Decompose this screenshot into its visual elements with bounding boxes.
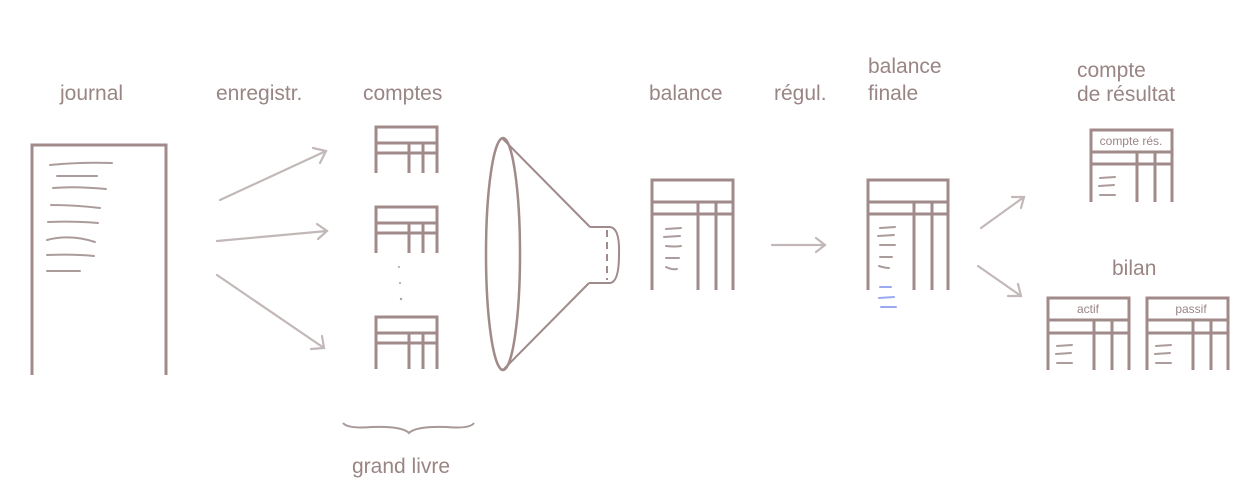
arrow-right-icon <box>770 236 827 254</box>
posting-arrows <box>215 146 329 351</box>
header-passif: passif <box>1175 302 1207 316</box>
income-statement-table: compte rés. <box>1089 128 1174 202</box>
grand-livre-brace <box>342 422 475 435</box>
final-balance-table <box>866 178 950 308</box>
journal-entries-scribble <box>46 161 113 272</box>
arrow-right-icon <box>215 222 329 243</box>
balance-sheet-assets-table: actif <box>1046 296 1131 370</box>
header-compte-res: compte rés. <box>1100 134 1163 148</box>
header-actif: actif <box>1077 302 1100 316</box>
arrow-down-right-icon <box>976 264 1023 298</box>
arrow-up-right-icon <box>979 195 1026 230</box>
arrow-down-right-icon <box>215 273 326 351</box>
account-table-2 <box>374 205 439 253</box>
account-table-3 <box>374 315 439 369</box>
funnel-icon <box>484 136 621 372</box>
arrow-up-right-icon <box>218 146 328 202</box>
balance-table <box>650 178 735 290</box>
ellipsis-dots <box>398 266 403 301</box>
account-table-1 <box>374 125 439 173</box>
adjustment-entries-scribble <box>878 286 897 308</box>
accounting-flow-diagram: compte rés. actif passif <box>30 125 1230 435</box>
journal-document <box>30 143 168 375</box>
balance-sheet-liabilities-table: passif <box>1145 296 1230 370</box>
